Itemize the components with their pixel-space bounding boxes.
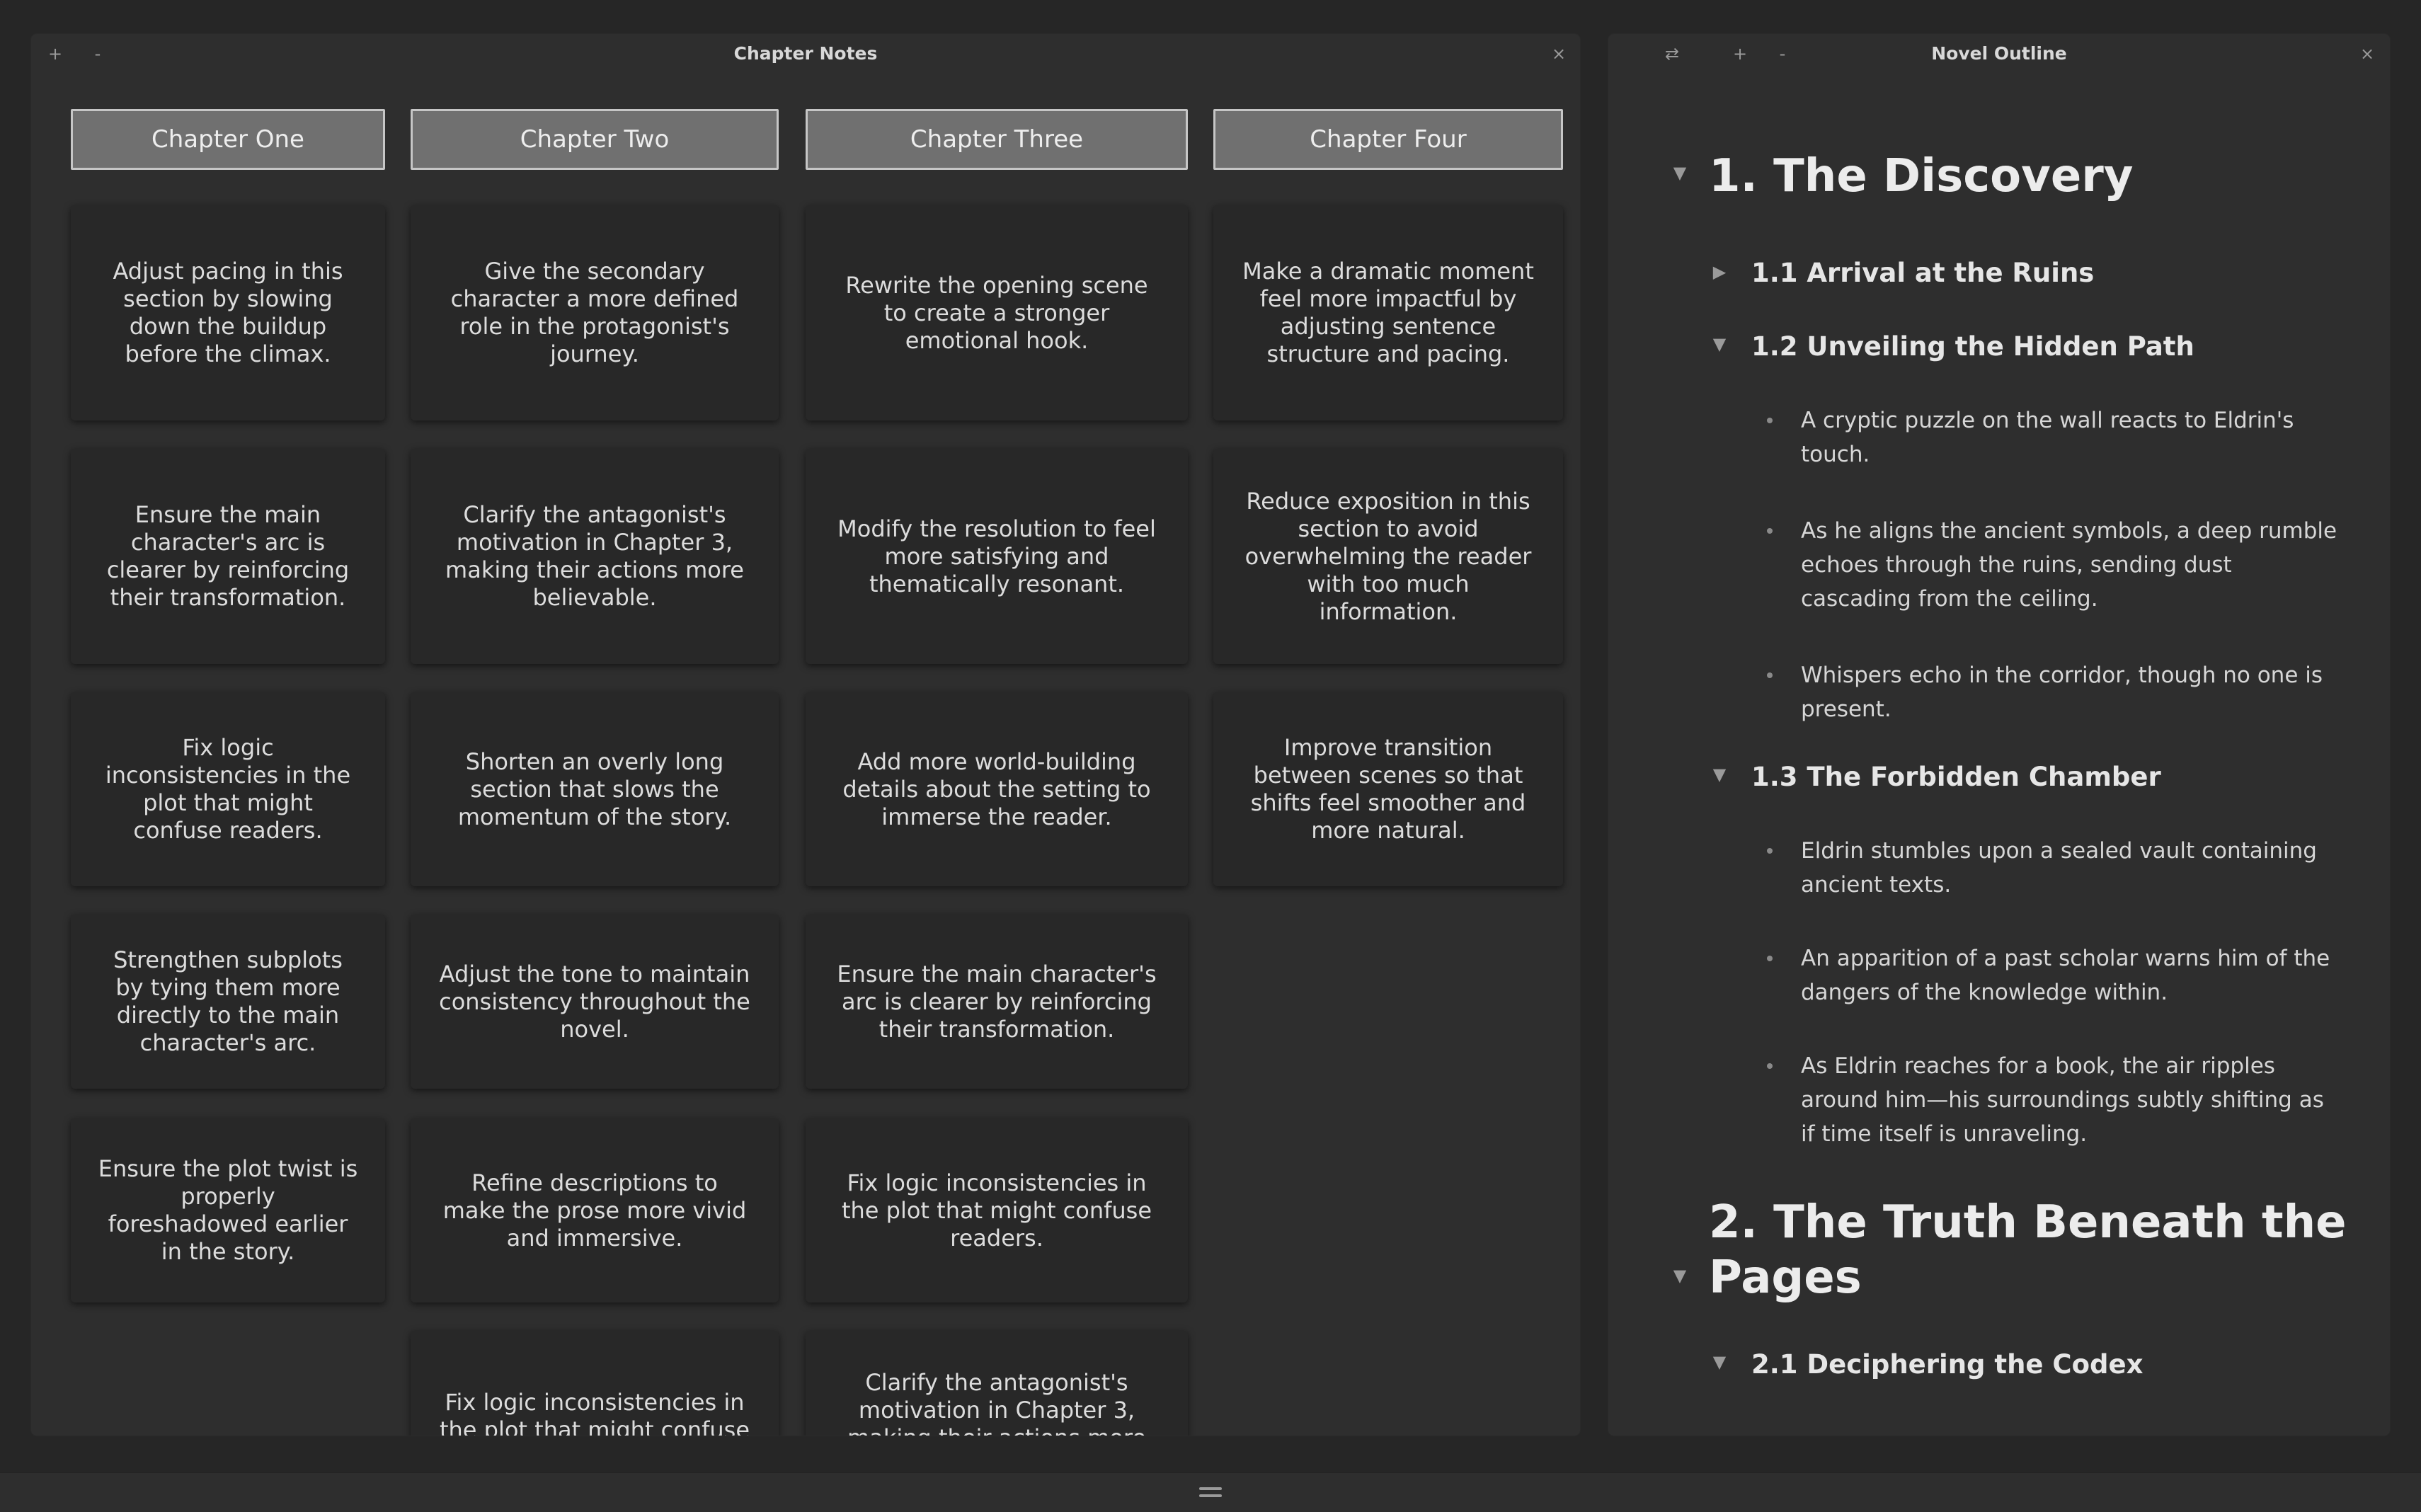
outline-heading-2[interactable]: 1.3 The Forbidden Chamber [1751,760,2161,794]
outline-heading-2[interactable]: 1.2 Unveiling the Hidden Path [1751,330,2194,364]
column-header-button[interactable]: Chapter Two [411,109,779,170]
collapse-toggle-icon[interactable]: ▼ [1668,163,1692,183]
expand-toggle-icon[interactable]: ▶ [1707,262,1732,282]
column-chapter-one: Chapter One Adjust pacing in this sectio… [71,74,385,1436]
note-card[interactable]: Modify the resolution to feel more satis… [806,449,1188,664]
note-card[interactable]: Ensure the plot twist is properly foresh… [71,1118,385,1302]
collapse-toggle-icon[interactable]: ▼ [1707,764,1732,784]
outline-item-line: As he aligns the ancient symbols, a deep… [1801,518,2337,544]
outline-heading-1[interactable]: 1. The Discovery [1709,149,2134,204]
collapse-toggle-icon[interactable]: ▼ [1668,1266,1692,1285]
note-card[interactable]: Adjust the tone to maintain consistency … [411,915,779,1089]
outline-item-line: if time itself is unraveling. [1801,1121,2088,1147]
bullet-icon [1767,848,1773,854]
outline-heading-2[interactable]: 2.1 Deciphering the Codex [1751,1348,2143,1382]
bullet-icon [1767,672,1773,678]
column-chapter-four: Chapter Four Make a dramatic moment feel… [1213,74,1563,1436]
outline-heading-2[interactable]: 1.1 Arrival at the Ruins [1751,256,2094,290]
close-panel-button[interactable]: × [1545,34,1573,74]
outline-item-line: Whispers echo in the corridor, though no… [1801,663,2323,688]
note-card[interactable]: Fix logic inconsistencies in the plot th… [806,1118,1188,1302]
chapter-notes-header: Chapter Notes + - × [31,34,1580,74]
collapse-toggle-icon[interactable]: ▼ [1707,1352,1732,1372]
note-card[interactable]: Add more world-building details about th… [806,692,1188,886]
novel-outline-panel: Novel Outline ⇄ + - × ▼ 1. The Discovery… [1608,34,2390,1436]
outline-item-line: echoes through the ruins, sending dust [1801,552,2232,578]
outline-item-line: Eldrin stumbles upon a sealed vault cont… [1801,838,2317,864]
note-card[interactable]: Improve transition between scenes so tha… [1213,692,1563,886]
column-header-button[interactable]: Chapter Three [806,109,1188,170]
bullet-icon [1767,1063,1773,1069]
remove-column-button[interactable]: - [84,34,112,74]
outline-item-line: present. [1801,697,1891,722]
collapse-toggle-icon[interactable]: ▼ [1707,334,1732,354]
note-card[interactable]: Strengthen subplots by tying them more d… [71,915,385,1089]
note-card[interactable]: Clarify the antagonist's motivation in C… [806,1331,1188,1436]
note-card[interactable]: Reduce exposition in this section to avo… [1213,449,1563,664]
column-header-button[interactable]: Chapter One [71,109,385,170]
outline-item-line: An apparition of a past scholar warns hi… [1801,946,2330,971]
chapter-notes-panel: Chapter Notes + - × Chapter One Adjust p… [31,34,1580,1436]
panel-title: Chapter Notes [733,43,878,64]
note-card[interactable]: Rewrite the opening scene to create a st… [806,205,1188,420]
add-column-button[interactable]: + [41,34,69,74]
note-card[interactable]: Ensure the main character's arc is clear… [806,915,1188,1089]
outline-tree: ▼ 1. The Discovery ▶ 1.1 Arrival at the … [1608,34,2390,1436]
note-card[interactable]: Fix logic inconsistencies in the plot th… [71,692,385,886]
column-chapter-two: Chapter Two Give the secondary character… [411,74,779,1436]
outline-item-line: ancient texts. [1801,872,1952,898]
bottom-bar [0,1472,2421,1512]
outline-heading-1[interactable]: 2. The Truth Beneath the [1709,1195,2347,1250]
note-card[interactable]: Refine descriptions to make the prose mo… [411,1118,779,1302]
chapter-columns: Chapter One Adjust pacing in this sectio… [31,74,1580,1436]
column-header-button[interactable]: Chapter Four [1213,109,1563,170]
bullet-icon [1767,418,1773,423]
resize-handle-icon[interactable] [1199,1484,1222,1501]
note-card[interactable]: Make a dramatic moment feel more impactf… [1213,205,1563,420]
outline-item-line: around him—his surroundings subtly shift… [1801,1087,2324,1113]
note-card[interactable]: Shorten an overly long section that slow… [411,692,779,886]
bullet-icon [1767,528,1773,534]
outline-item-line: cascading from the ceiling. [1801,586,2098,612]
note-card[interactable]: Fix logic inconsistencies in the plot th… [411,1331,779,1436]
note-card[interactable]: Adjust pacing in this section by slowing… [71,205,385,420]
bullet-icon [1767,956,1773,961]
outline-heading-1-continued[interactable]: Pages [1709,1250,1862,1305]
note-card[interactable]: Ensure the main character's arc is clear… [71,449,385,664]
column-chapter-three: Chapter Three Rewrite the opening scene … [806,74,1188,1436]
outline-item-line: A cryptic puzzle on the wall reacts to E… [1801,408,2294,433]
note-card[interactable]: Give the secondary character a more defi… [411,205,779,420]
outline-item-line: touch. [1801,442,1870,467]
outline-item-line: As Eldrin reaches for a book, the air ri… [1801,1053,2275,1079]
note-card[interactable]: Clarify the antagonist's motivation in C… [411,449,779,664]
outline-item-line: dangers of the knowledge within. [1801,980,2168,1005]
